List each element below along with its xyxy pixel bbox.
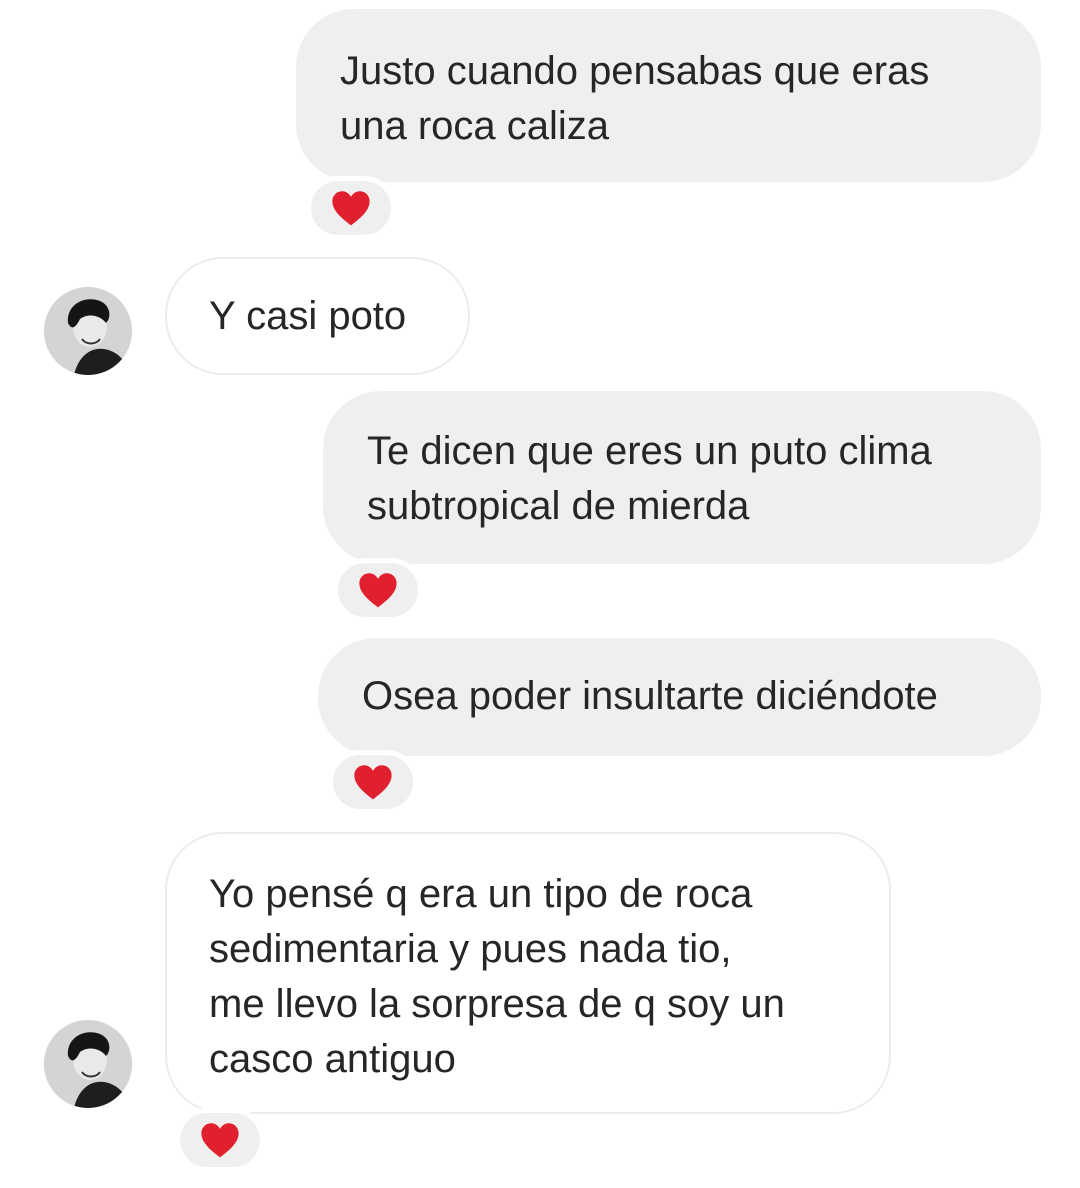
avatar[interactable]: [44, 1020, 132, 1108]
avatar[interactable]: [44, 287, 132, 375]
incoming-message-bubble[interactable]: Yo pensé q era un tipo de roca sedimenta…: [165, 832, 891, 1114]
incoming-message-bubble[interactable]: Y casi poto: [165, 257, 470, 375]
heart-reaction[interactable]: [175, 1108, 265, 1172]
outgoing-message-bubble[interactable]: Osea poder insultarte diciéndote: [318, 638, 1041, 756]
red-heart-icon: [354, 765, 392, 800]
profile-avatar: [44, 1020, 132, 1108]
outgoing-message-bubble[interactable]: Te dicen que eres un puto clima subtropi…: [323, 391, 1041, 564]
red-heart-icon: [359, 573, 397, 608]
heart-reaction[interactable]: [328, 750, 418, 814]
heart-reaction[interactable]: [333, 558, 423, 622]
red-heart-icon: [332, 191, 370, 226]
red-heart-icon: [201, 1123, 239, 1158]
heart-reaction[interactable]: [306, 176, 396, 240]
outgoing-message-bubble[interactable]: Justo cuando pensabas que eras una roca …: [296, 9, 1041, 182]
profile-avatar: [44, 287, 132, 375]
